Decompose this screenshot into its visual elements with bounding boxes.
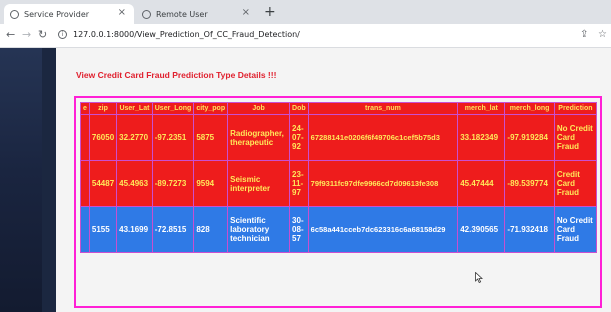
cell-job: Radiographer, therapeutic xyxy=(227,114,291,161)
cell-dob: 23-11-97 xyxy=(289,160,309,207)
column-header: Job xyxy=(227,102,291,115)
globe-icon xyxy=(10,9,19,19)
cell-dob: 30-08-57 xyxy=(289,206,309,253)
cell-user-lat: 45.4963 xyxy=(116,160,153,207)
cell-merch-lat: 42.390565 xyxy=(457,206,506,253)
column-header: zip xyxy=(88,102,118,115)
cell-prediction: No Credit Card Fraud xyxy=(553,114,598,161)
star-icon[interactable]: ☆ xyxy=(598,29,607,40)
mouse-cursor-icon xyxy=(475,272,483,283)
table-row: 54487 45.4963 -89.7273 9594 Seismic inte… xyxy=(80,160,598,207)
page-title: View Credit Card Fraud Prediction Type D… xyxy=(76,70,277,80)
cell-zip: 76050 xyxy=(88,114,118,161)
column-header: merch_long xyxy=(504,102,555,115)
table-header-row: e zip User_Lat User_Long city_pop Job Do… xyxy=(80,102,598,115)
table-row: 76050 32.2770 -97.2351 5875 Radiographer… xyxy=(80,114,598,161)
column-header: trans_num xyxy=(307,102,459,115)
tab-remote-user[interactable]: Remote User × xyxy=(136,4,258,24)
cell-merch-long: -71.932418 xyxy=(504,206,555,253)
cell-cut xyxy=(80,114,90,161)
forward-arrow-icon[interactable]: → xyxy=(22,28,31,41)
cell-user-lat: 32.2770 xyxy=(116,114,153,161)
prediction-table: e zip User_Lat User_Long city_pop Job Do… xyxy=(80,102,598,253)
cell-trans-num: 79f9311fc97dfe9966cd7d09613fe308 xyxy=(307,160,459,207)
cell-city-pop: 9594 xyxy=(193,160,229,207)
reload-icon[interactable]: ↻ xyxy=(38,28,47,41)
tab-title: Service Provider xyxy=(24,9,90,19)
cell-prediction: Credit Card Fraud xyxy=(553,160,598,207)
cell-trans-num: 67288141e0206f6f49706c1cef5b75d3 xyxy=(307,114,459,161)
cell-merch-lat: 45.47444 xyxy=(457,160,506,207)
column-header: city_pop xyxy=(193,102,229,115)
column-header: merch_lat xyxy=(457,102,506,115)
table-row-selected: 5155 43.1699 -72.8515 828 Scientific lab… xyxy=(80,206,598,253)
cell-merch-long: -89.539774 xyxy=(504,160,555,207)
address-bar: ← → ↻ i 127.0.0.1:8000/View_Prediction_O… xyxy=(0,24,611,48)
column-header: e xyxy=(80,102,90,115)
prediction-table-frame: e zip User_Lat User_Long city_pop Job Do… xyxy=(74,96,602,308)
cell-trans-num: 6c58a441cceb7dc623316c6a68158d29 xyxy=(307,206,459,253)
cell-job: Scientific laboratory technician xyxy=(227,206,291,253)
tab-title: Remote User xyxy=(156,9,208,19)
new-tab-button[interactable]: + xyxy=(264,4,276,20)
share-icon[interactable]: ⇪ xyxy=(580,29,588,40)
column-header: Prediction xyxy=(553,102,598,115)
globe-icon xyxy=(142,9,151,19)
cell-dob: 24-07-92 xyxy=(289,114,309,161)
column-header: User_Lat xyxy=(116,102,153,115)
info-icon[interactable]: i xyxy=(58,30,67,39)
cell-merch-lat: 33.182349 xyxy=(457,114,506,161)
cell-prediction: No Credit Card Fraud xyxy=(553,206,598,253)
url-text[interactable]: 127.0.0.1:8000/View_Prediction_Of_CC_Fra… xyxy=(73,30,300,39)
cell-zip: 54487 xyxy=(88,160,118,207)
cell-city-pop: 828 xyxy=(193,206,229,253)
cell-zip: 5155 xyxy=(88,206,118,253)
column-header: User_Long xyxy=(151,102,195,115)
column-header: Dob xyxy=(289,102,309,115)
cell-city-pop: 5875 xyxy=(193,114,229,161)
tab-service-provider[interactable]: Service Provider × xyxy=(4,4,134,24)
cell-merch-long: -97.919284 xyxy=(504,114,555,161)
cell-user-long: -72.8515 xyxy=(151,206,195,253)
browser-tab-bar: Service Provider × Remote User × + xyxy=(0,0,611,24)
close-icon[interactable]: × xyxy=(118,7,126,18)
cell-user-long: -97.2351 xyxy=(151,114,195,161)
cell-cut xyxy=(80,206,90,253)
back-arrow-icon[interactable]: ← xyxy=(6,28,15,41)
cell-cut xyxy=(80,160,90,207)
cell-job: Seismic interpreter xyxy=(227,160,291,207)
cell-user-lat: 43.1699 xyxy=(116,206,153,253)
page-content: View Credit Card Fraud Prediction Type D… xyxy=(56,48,611,312)
cell-user-long: -89.7273 xyxy=(151,160,195,207)
close-icon[interactable]: × xyxy=(242,7,250,18)
